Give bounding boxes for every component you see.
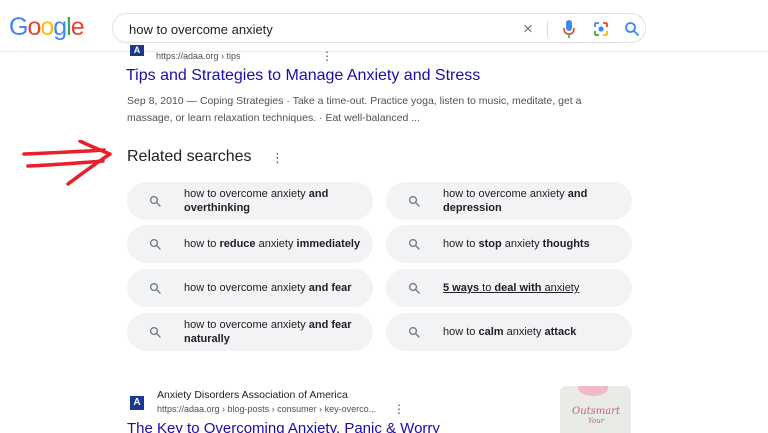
- logo-letter: o: [40, 13, 54, 41]
- related-search-text: immediately: [296, 238, 361, 250]
- related-search-label: how to stop anxiety thoughts: [443, 225, 623, 263]
- thumbnail-text: Outsmart: [572, 406, 621, 417]
- related-search-label: how to calm anxiety attack: [443, 313, 623, 351]
- search-box: ×: [112, 13, 646, 43]
- search-icon: [149, 238, 161, 250]
- related-search-text: to: [479, 282, 495, 294]
- related-search-label: 5 ways to deal with anxiety: [443, 269, 623, 307]
- related-search-label: how to overcome anxiety and fear: [184, 269, 364, 307]
- red-arrow-annotation: [22, 140, 112, 186]
- related-search-text: attack: [544, 326, 577, 338]
- result-thumbnail[interactable]: Outsmart Your: [560, 386, 631, 433]
- thumbnail-text: Your: [588, 417, 605, 425]
- related-search-text: 5 ways: [443, 282, 480, 294]
- related-search-chip[interactable]: how to reduce anxiety immediately: [127, 225, 373, 263]
- related-search-chip[interactable]: how to overcome anxiety and fear: [127, 269, 373, 307]
- related-search-text: anxiety: [541, 282, 580, 294]
- related-search-chip[interactable]: how to overcome anxiety and fear natural…: [127, 313, 373, 351]
- related-search-text: calm: [478, 326, 504, 338]
- more-options-icon[interactable]: ⋮: [321, 49, 333, 63]
- related-more-options-icon[interactable]: ⋮: [271, 150, 284, 166]
- result-snippet: Sep 8, 2010 — Coping Strategies · Take a…: [127, 95, 582, 124]
- related-searches-heading: Related searches: [127, 148, 252, 165]
- related-search-text: how to overcome anxiety: [184, 282, 309, 294]
- related-search-text: and fear: [308, 282, 352, 294]
- related-search-text: anxiety: [501, 238, 543, 250]
- logo-letter: g: [53, 13, 67, 41]
- related-search-text: how to overcome anxiety: [184, 319, 309, 331]
- result-url[interactable]: https://adaa.org › blog-posts › consumer…: [157, 404, 376, 414]
- logo-letter: e: [70, 13, 85, 41]
- camera-lens-icon[interactable]: [593, 21, 609, 37]
- microphone-icon[interactable]: [562, 20, 576, 38]
- logo-letter: G: [9, 13, 28, 41]
- related-search-text: how to: [443, 238, 479, 250]
- related-search-chip[interactable]: 5 ways to deal with anxiety: [386, 269, 632, 307]
- search-icon: [149, 195, 161, 207]
- search-icon: [408, 195, 420, 207]
- header-bar: Google ×: [0, 0, 768, 52]
- clear-icon[interactable]: ×: [517, 18, 539, 40]
- related-search-text: anxiety: [503, 326, 545, 338]
- related-search-chip[interactable]: how to stop anxiety thoughts: [386, 225, 632, 263]
- search-icon: [149, 282, 161, 294]
- related-search-text: how to overcome anxiety: [443, 188, 568, 200]
- related-search-label: how to overcome anxiety and overthinking: [184, 182, 364, 220]
- related-search-text: reduce: [219, 238, 256, 250]
- google-logo[interactable]: Google: [9, 13, 85, 42]
- related-search-text: stop: [478, 238, 502, 250]
- related-search-chip[interactable]: how to overcome anxiety and overthinking: [127, 182, 373, 220]
- more-options-icon[interactable]: ⋮: [393, 402, 405, 416]
- result-title-link[interactable]: The Key to Overcoming Anxiety, Panic & W…: [127, 420, 440, 433]
- thumbnail-decoration: [578, 386, 608, 396]
- related-search-text: how to overcome anxiety: [184, 188, 309, 200]
- related-search-text: how to: [443, 326, 479, 338]
- result-url[interactable]: https://adaa.org › tips: [156, 51, 241, 61]
- search-icon: [149, 326, 161, 338]
- related-search-label: how to reduce anxiety immediately: [184, 225, 364, 263]
- related-search-label: how to overcome anxiety and depression: [443, 182, 623, 220]
- related-search-text: anxiety: [255, 238, 297, 250]
- related-search-text: thoughts: [542, 238, 590, 250]
- search-icon: [408, 238, 420, 250]
- result-site-name[interactable]: Anxiety Disorders Association of America: [157, 389, 348, 401]
- related-search-text: how to: [184, 238, 220, 250]
- search-input[interactable]: [129, 20, 509, 38]
- logo-letter: o: [27, 13, 41, 41]
- search-icon: [408, 282, 420, 294]
- site-favicon: A: [130, 396, 144, 410]
- related-search-text: deal with: [494, 282, 542, 294]
- related-search-chip[interactable]: how to calm anxiety attack: [386, 313, 632, 351]
- related-search-label: how to overcome anxiety and fear natural…: [184, 313, 364, 351]
- result-title-link[interactable]: Tips and Strategies to Manage Anxiety an…: [126, 67, 480, 85]
- search-icon: [408, 326, 420, 338]
- search-divider: [547, 21, 548, 37]
- site-favicon: A: [130, 45, 144, 56]
- search-icon[interactable]: [623, 20, 641, 38]
- related-search-chip[interactable]: how to overcome anxiety and depression: [386, 182, 632, 220]
